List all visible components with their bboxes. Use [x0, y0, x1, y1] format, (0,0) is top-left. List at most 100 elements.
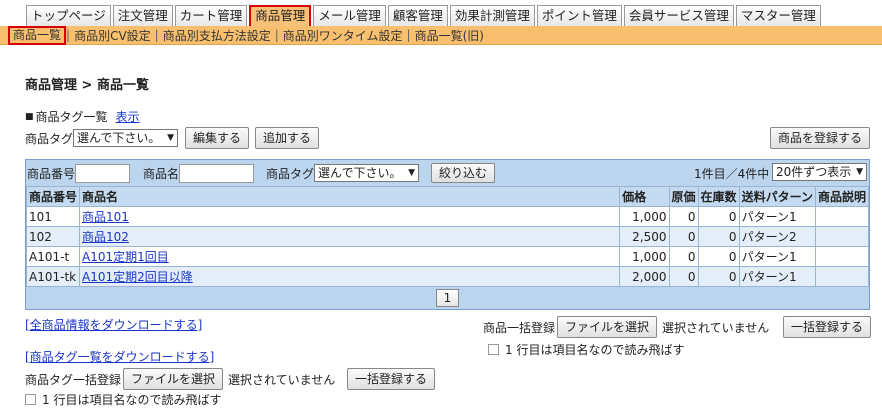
subnav-onetime-settings[interactable]: 商品別ワンタイム設定 [279, 27, 407, 44]
page-1-button[interactable]: 1 [435, 289, 460, 307]
col-shipping: 送料パターン [738, 186, 816, 207]
show-tags-link[interactable]: 表示 [116, 108, 140, 125]
cell-description [814, 266, 870, 287]
cell-product-no: A101-t [25, 246, 81, 267]
cell-product-name: 商品102 [79, 226, 621, 247]
subnav-payment-settings[interactable]: 商品別支払方法設定 [159, 27, 275, 44]
add-tag-button[interactable]: 追加する [255, 127, 320, 149]
cell-shipping: パターン1 [738, 266, 816, 287]
cell-price: 2,500 [619, 226, 670, 247]
table-row: A101-t A101定期1回目 1,000 0 0 パターン1 [25, 246, 870, 267]
product-table: 商品番号 商品名 価格 原価 在庫数 送料パターン 商品説明 101 商品101… [25, 186, 870, 287]
register-product-button[interactable]: 商品を登録する [770, 127, 871, 149]
skip-header-checkbox[interactable] [488, 344, 499, 355]
cell-description [814, 226, 870, 247]
product-no-label: 商品番号 [27, 166, 76, 181]
tag-label: 商品タグ [25, 131, 74, 146]
product-link[interactable]: 商品102 [82, 230, 129, 244]
cell-price: 1,000 [619, 246, 670, 267]
cell-product-name: A101定期2回目以降 [79, 266, 621, 287]
choose-file-button[interactable]: ファイルを選択 [557, 316, 658, 338]
skip-tag-header-option: 1 行目は項目名なので読み飛ばす [25, 391, 221, 408]
pagination: 1 [26, 287, 869, 309]
bulk-product-register-button[interactable]: 一括登録する [783, 316, 872, 338]
cell-cost: 0 [668, 206, 699, 227]
cell-price: 2,000 [619, 266, 670, 287]
tab-master[interactable]: マスター管理 [735, 5, 821, 26]
col-description: 商品説明 [814, 186, 870, 207]
product-link[interactable]: 商品101 [82, 210, 129, 224]
product-link[interactable]: A101定期2回目以降 [82, 270, 193, 284]
col-cost: 原価 [668, 186, 699, 207]
sub-navigation: 商品一覧 | 商品別CV設定 | 商品別支払方法設定 | 商品別ワンタイム設定 … [0, 25, 882, 45]
cell-stock: 0 [697, 226, 740, 247]
tag-controls: 商品タグ 選んで下さい。 ▼ 編集する 追加する [25, 127, 320, 149]
download-all-products-link[interactable]: [全商品情報をダウンロードする] [25, 316, 202, 333]
filter-tag-label: 商品タグ [266, 166, 315, 181]
bulk-product-upload: 商品一括登録 ファイルを選択 選択されていません [483, 316, 769, 338]
product-link[interactable]: A101定期1回目 [82, 250, 169, 264]
dropdown-arrow-icon: ▼ [167, 133, 175, 143]
cell-product-no: 101 [25, 206, 81, 227]
cell-cost: 0 [668, 226, 699, 247]
subnav-product-list[interactable]: 商品一覧 [8, 25, 67, 45]
filter-tag-select[interactable]: 選んで下さい。 ▼ [314, 164, 420, 182]
cell-stock: 0 [697, 206, 740, 227]
choose-tag-file-button[interactable]: ファイルを選択 [123, 368, 224, 390]
cell-shipping: パターン2 [738, 226, 816, 247]
product-no-input[interactable] [75, 163, 131, 183]
main-tabs: トップページ 注文管理 カート管理 商品管理 メール管理 顧客管理 効果計測管理… [26, 5, 823, 26]
per-page-value: 20件ずつ表示 [776, 165, 852, 179]
table-row: A101-tk A101定期2回目以降 2,000 0 0 パターン1 [25, 266, 870, 287]
tag-list-heading: 商品タグ一覧 [35, 110, 108, 124]
col-product-name: 商品名 [79, 186, 621, 207]
download-tags-link[interactable]: [商品タグ一覧をダウンロードする] [25, 348, 214, 365]
cell-shipping: パターン1 [738, 246, 816, 267]
bulk-tag-upload: 商品タグ一括登録 ファイルを選択 選択されていません [25, 368, 335, 390]
product-name-input[interactable] [179, 163, 255, 183]
cell-product-no: 102 [25, 226, 81, 247]
filter-button[interactable]: 絞り込む [431, 163, 496, 183]
subnav-product-cv[interactable]: 商品別CV設定 [70, 27, 155, 44]
edit-tag-button[interactable]: 編集する [185, 127, 250, 149]
cell-cost: 0 [668, 266, 699, 287]
tag-select-value: 選んで下さい。 [77, 131, 161, 145]
tag-list-heading-row: ■ 商品タグ一覧 表示 [25, 108, 140, 125]
tab-cart[interactable]: カート管理 [174, 5, 248, 26]
subnav-product-list-old[interactable]: 商品一覧(旧) [411, 27, 488, 44]
skip-tag-header-checkbox[interactable] [25, 394, 36, 405]
result-count: 1件目／4件中 [694, 167, 770, 181]
tag-select[interactable]: 選んで下さい。 ▼ [73, 129, 179, 147]
cell-price: 1,000 [619, 206, 670, 227]
per-page-select[interactable]: 20件ずつ表示 ▼ [772, 163, 867, 181]
cell-shipping: パターン1 [738, 206, 816, 227]
tag-file-status: 選択されていません [228, 372, 336, 387]
cell-stock: 0 [697, 266, 740, 287]
tab-orders[interactable]: 注文管理 [112, 5, 173, 26]
cell-product-no: A101-tk [25, 266, 81, 287]
product-table-panel: 商品番号 商品名 商品タグ 選んで下さい。 ▼ 絞り込む 1件目／4件中 20件… [25, 159, 870, 310]
filter-bar: 商品番号 商品名 商品タグ 選んで下さい。 ▼ 絞り込む 1件目／4件中 20件… [26, 160, 869, 186]
cell-description [814, 206, 870, 227]
bulk-tag-label: 商品タグ一括登録 [25, 372, 122, 387]
cell-product-name: A101定期1回目 [79, 246, 621, 267]
tab-points[interactable]: ポイント管理 [536, 5, 622, 26]
table-header-row: 商品番号 商品名 価格 原価 在庫数 送料パターン 商品説明 [25, 186, 870, 207]
skip-header-option: 1 行目は項目名なので読み飛ばす [488, 341, 684, 358]
tab-mail[interactable]: メール管理 [313, 5, 386, 26]
tab-member-services[interactable]: 会員サービス管理 [623, 5, 734, 26]
filter-tag-select-value: 選んで下さい。 [318, 166, 402, 180]
skip-header-label: 1 行目は項目名なので読み飛ばす [505, 343, 685, 357]
cell-description [814, 246, 870, 267]
table-row: 102 商品102 2,500 0 0 パターン2 [25, 226, 870, 247]
dropdown-arrow-icon: ▼ [408, 168, 416, 178]
tab-customers[interactable]: 顧客管理 [387, 5, 448, 26]
page-title: 商品管理 > 商品一覧 [25, 78, 149, 93]
tab-analytics[interactable]: 効果計測管理 [449, 5, 535, 26]
bulk-tag-register-button[interactable]: 一括登録する [347, 368, 436, 390]
cell-product-name: 商品101 [79, 206, 621, 227]
tab-products[interactable]: 商品管理 [249, 5, 312, 26]
cell-stock: 0 [697, 246, 740, 267]
tab-top[interactable]: トップページ [26, 5, 111, 26]
product-name-label: 商品名 [143, 166, 180, 181]
